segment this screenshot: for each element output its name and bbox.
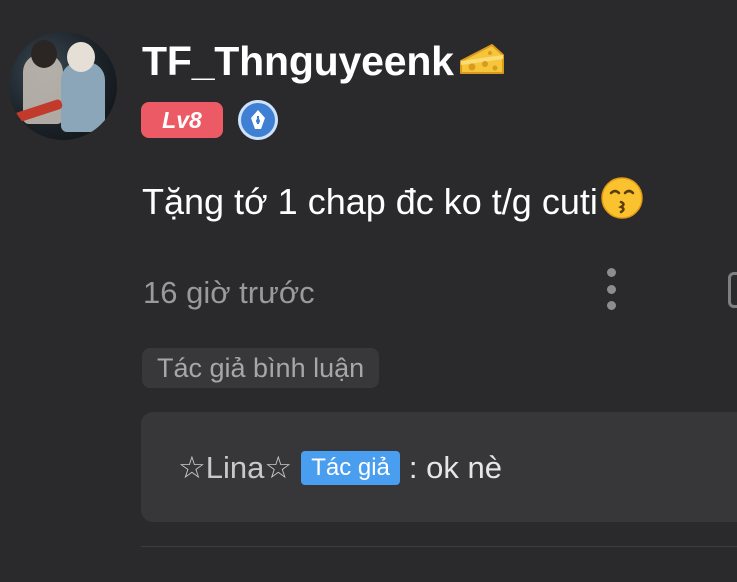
reply-box[interactable]: ☆Lina☆ Tác giả : ok nè	[141, 412, 737, 522]
level-badge: Lv8	[141, 102, 223, 138]
comment-text: Tặng tớ 1 chap đc ko t/g cuti	[142, 176, 644, 229]
comment-body: Tặng tớ 1 chap đc ko t/g cuti	[142, 181, 598, 222]
pen-nib-icon	[238, 100, 278, 140]
author-tag: Tác giả	[301, 451, 400, 485]
reply-text: : ok nè	[408, 450, 502, 485]
more-vertical-icon[interactable]	[599, 268, 623, 310]
username[interactable]: TF_Thnguyeenk	[142, 38, 454, 85]
reply-author-name[interactable]: ☆Lina☆	[178, 450, 292, 486]
reply-content: ☆Lina☆ Tác giả : ok nè	[178, 448, 502, 488]
avatar[interactable]	[9, 32, 117, 140]
reply-icon[interactable]	[728, 272, 737, 308]
username-row: TF_Thnguyeenk	[142, 36, 506, 86]
avatar-figure-right-head	[67, 42, 95, 72]
timestamp: 16 giờ trước	[143, 275, 315, 310]
badges-row: Lv8	[141, 100, 278, 140]
avatar-figure-right	[61, 62, 105, 132]
avatar-figure-left-head	[31, 40, 57, 68]
comment-item: TF_Thnguyeenk Lv8 Tặng tớ 1 chap đc ko t…	[0, 0, 737, 582]
kissing-face-icon	[600, 176, 644, 229]
author-comment-chip: Tác giả bình luận	[142, 348, 380, 388]
cheese-icon	[458, 39, 506, 84]
divider	[141, 546, 737, 547]
